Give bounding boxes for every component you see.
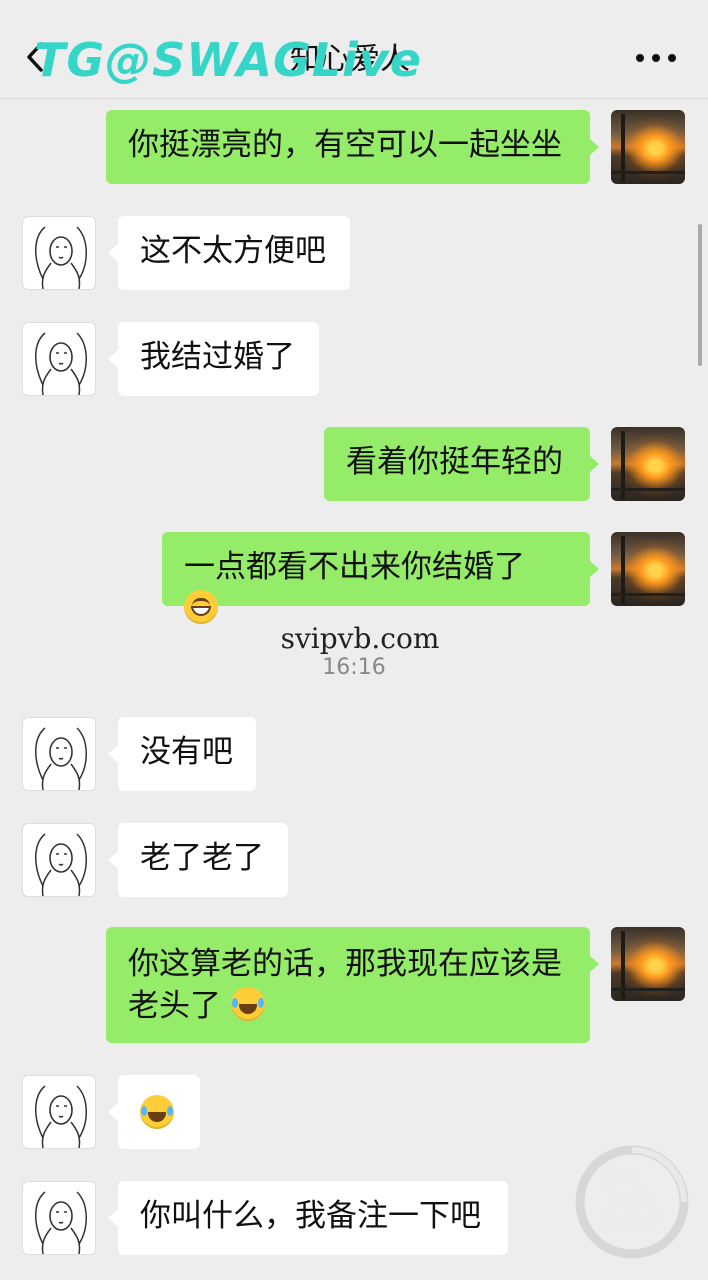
avatar[interactable]: [611, 927, 685, 1001]
bubble-tail: [589, 138, 599, 156]
message-bubble[interactable]: 没有吧: [118, 717, 256, 791]
bubble-tail: [589, 560, 599, 578]
bubble-tail: [108, 350, 118, 368]
bubble-tail: [589, 455, 599, 473]
message-bubble[interactable]: 你这算老的话，那我现在应该是 老头了: [106, 927, 590, 1043]
avatar[interactable]: [22, 216, 96, 290]
woman-sketch-icon: [35, 833, 87, 896]
woman-sketch-icon: [35, 332, 87, 395]
site-watermark: svipvb.com: [280, 622, 440, 655]
message-bubble[interactable]: 看着你挺年轻的: [324, 427, 590, 501]
message-bubble[interactable]: 你叫什么，我备注一下吧: [118, 1181, 508, 1255]
scrollbar[interactable]: [698, 224, 702, 366]
message-timestamp: 16:16: [322, 655, 386, 680]
bubble-tail: [108, 745, 118, 763]
more-options-icon[interactable]: [636, 54, 678, 66]
chat-header: 知心爱人 TG@SWAGLive: [0, 0, 708, 99]
message-bubble[interactable]: [118, 1075, 200, 1149]
avatar[interactable]: [22, 717, 96, 791]
woman-sketch-icon: [35, 727, 87, 790]
woman-sketch-icon: [35, 1085, 87, 1148]
woman-sketch-icon: [35, 226, 87, 289]
avatar[interactable]: [611, 110, 685, 184]
bubble-tail: [108, 1103, 118, 1121]
avatar[interactable]: [22, 823, 96, 897]
bubble-tail: [108, 1209, 118, 1227]
bubble-tail: [108, 851, 118, 869]
woman-sketch-icon: [35, 1191, 87, 1254]
message-bubble[interactable]: 你挺漂亮的，有空可以一起坐坐: [106, 110, 590, 184]
watermark-overlay: TG@SWAGLive: [34, 33, 422, 87]
bubble-tail: [108, 244, 118, 262]
avatar[interactable]: [611, 532, 685, 606]
bubble-tail: [589, 955, 599, 973]
message-bubble[interactable]: 老了老了: [118, 823, 288, 897]
avatar[interactable]: [22, 322, 96, 396]
message-bubble[interactable]: 我结过婚了: [118, 322, 319, 396]
avatar[interactable]: [22, 1181, 96, 1255]
watermark-logo-icon: [575, 1145, 689, 1259]
message-bubble[interactable]: 一点都看不出来你结婚了: [162, 532, 590, 624]
avatar[interactable]: [611, 427, 685, 501]
laugh-cry-emoji-icon: [230, 987, 265, 1021]
message-bubble[interactable]: 这不太方便吧: [118, 216, 350, 290]
grin-emoji-icon: [184, 590, 218, 624]
avatar[interactable]: [22, 1075, 96, 1149]
laugh-cry-emoji-icon: [140, 1095, 174, 1129]
